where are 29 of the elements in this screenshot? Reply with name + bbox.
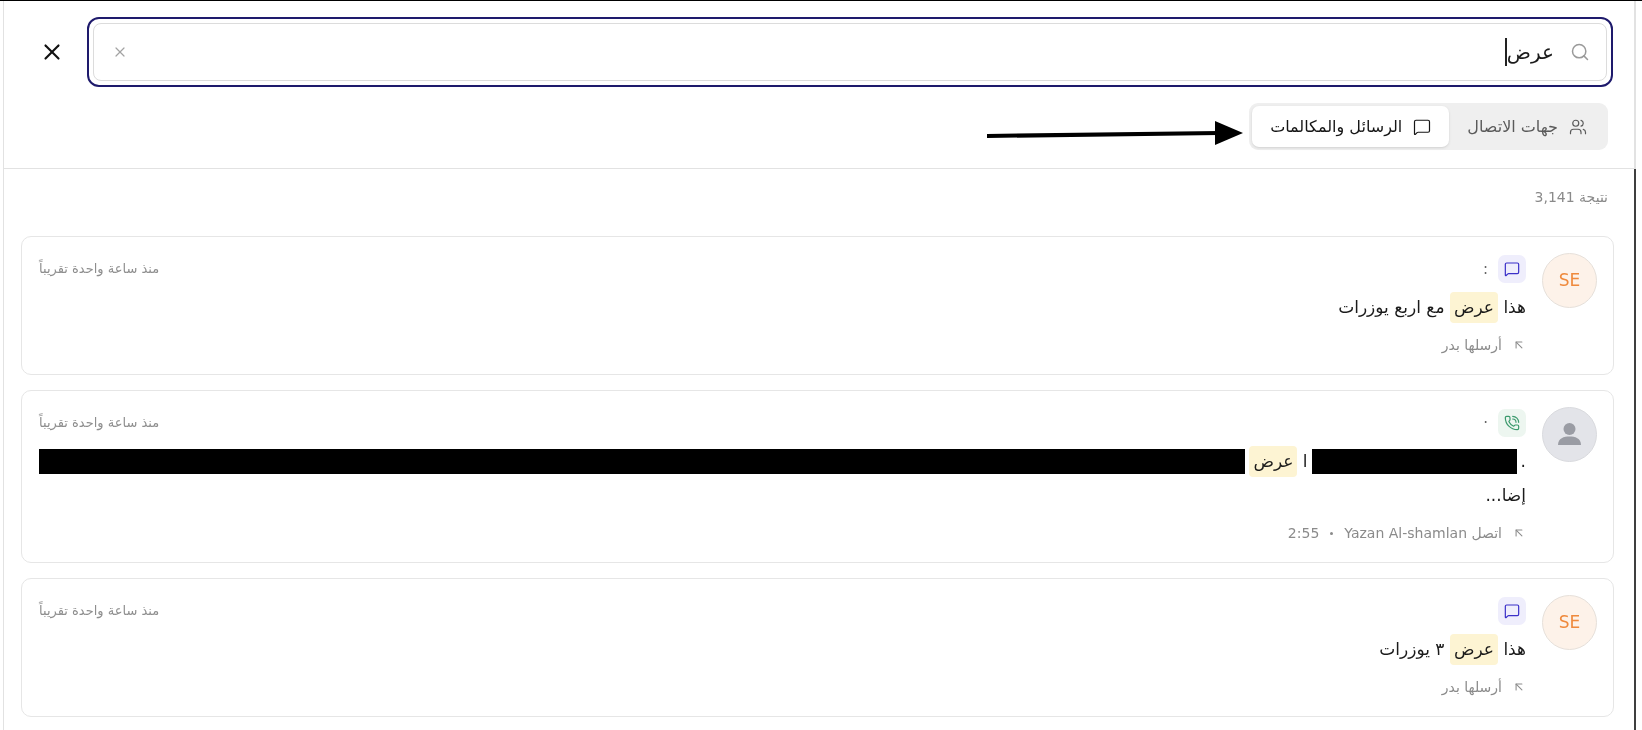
message-text: هذا عرض ٣ يوزرات	[1379, 634, 1526, 665]
meta-text: أرسلها بدر	[1441, 677, 1502, 698]
people-icon	[1569, 117, 1587, 136]
chat-bubble-icon	[1498, 255, 1526, 283]
meta-text: أرسلها بدر	[1441, 335, 1502, 356]
chat-bubble-icon	[1413, 117, 1432, 136]
chat-bubble-icon	[1498, 597, 1526, 625]
result-count: 3,141 نتيجة	[1534, 188, 1608, 207]
message-text: هذا عرض مع اربع يوزرات	[1338, 292, 1526, 323]
message-text: .	[1520, 450, 1526, 473]
search-icon	[1570, 42, 1590, 62]
meta-text: اتصل Yazan Al-shamlan	[1344, 523, 1502, 543]
message-text: ا عرض	[1249, 446, 1308, 477]
text-cursor-icon	[1505, 38, 1507, 66]
avatar-icon	[1542, 407, 1597, 462]
search-field[interactable]: عرض	[87, 17, 1613, 87]
timestamp: منذ ساعة واحدة تقريباً	[39, 413, 160, 433]
tab[interactable]: جهات الاتصال	[1449, 106, 1605, 147]
meta-text: 2:55	[1287, 523, 1320, 543]
result-title: :	[1482, 258, 1488, 280]
avatar: SE	[1542, 595, 1597, 650]
phone-icon	[1498, 409, 1526, 437]
avatar: SE	[1542, 253, 1597, 308]
result-title: ·	[1483, 412, 1488, 434]
search-input[interactable]: عرض	[1506, 37, 1554, 67]
timestamp: منذ ساعة واحدة تقريباً	[39, 601, 160, 621]
message-text: إضا...	[1485, 484, 1526, 507]
timestamp: منذ ساعة واحدة تقريباً	[39, 259, 160, 279]
tab[interactable]: الرسائل والمكالمات	[1252, 106, 1450, 147]
